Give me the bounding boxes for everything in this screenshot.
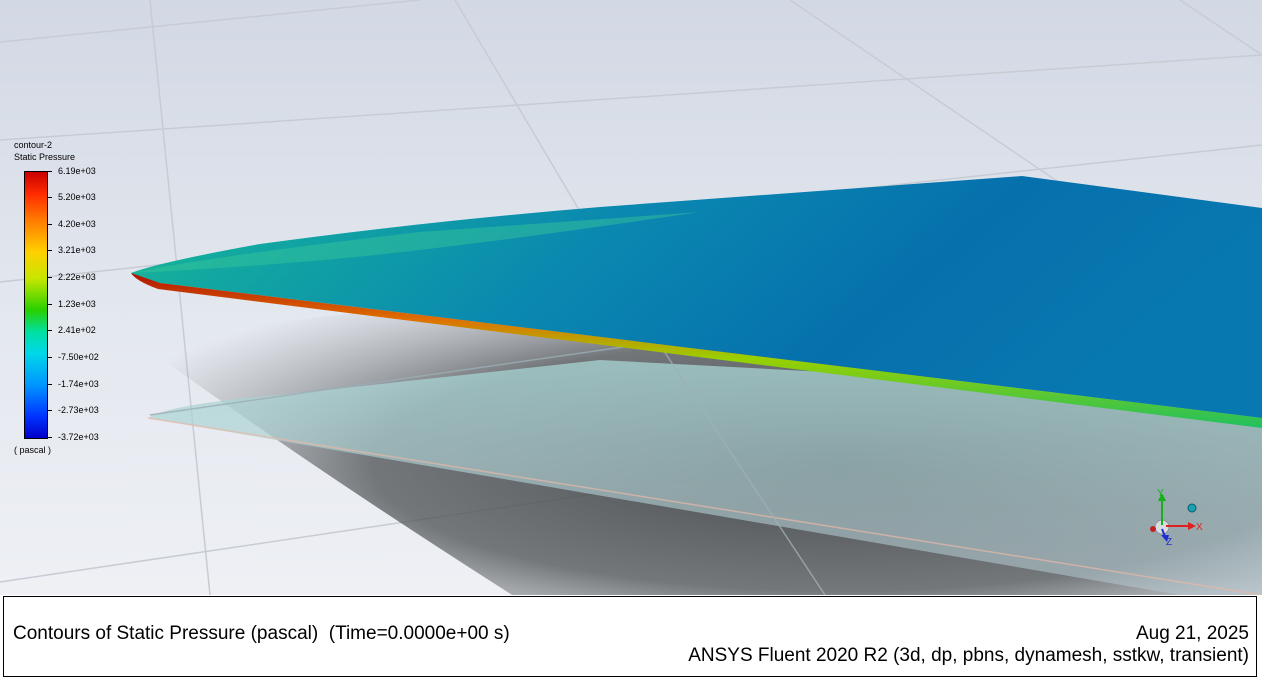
triad-z-label: Z — [1166, 537, 1172, 548]
axis-triad[interactable]: Y X Z — [1140, 485, 1210, 550]
legend-tick — [47, 197, 52, 198]
legend-tick — [47, 224, 52, 225]
plot-caption: Contours of Static Pressure (pascal) (Ti… — [13, 623, 510, 644]
info-bar: Contours of Static Pressure (pascal) (Ti… — [3, 596, 1257, 677]
triad-rotation-sphere — [1187, 503, 1197, 513]
legend-colorbar — [24, 171, 48, 439]
scene-3d — [0, 0, 1262, 595]
legend-tick — [47, 304, 52, 305]
legend-tick — [47, 384, 52, 385]
triad-x-label: X — [1196, 522, 1203, 533]
legend-tick — [47, 357, 52, 358]
triad-red-marker — [1150, 526, 1156, 532]
legend-level: 4.20e+03 — [58, 219, 96, 229]
legend-tick — [47, 250, 52, 251]
legend-variable: Static Pressure — [14, 152, 76, 162]
legend-level: 1.23e+03 — [58, 299, 96, 309]
legend-tick — [47, 171, 52, 172]
legend-level: 5.20e+03 — [58, 192, 96, 202]
legend-level: -1.74e+03 — [58, 379, 99, 389]
triad-y-label: Y — [1157, 488, 1164, 499]
legend-level: -2.73e+03 — [58, 405, 99, 415]
legend-level: 3.21e+03 — [58, 245, 96, 255]
solver-version: ANSYS Fluent 2020 R2 (3d, dp, pbns, dyna… — [688, 645, 1249, 666]
legend-tick — [47, 330, 52, 331]
plot-date: Aug 21, 2025 — [1135, 623, 1249, 644]
triad-x-arrow — [1188, 522, 1196, 530]
graphics-viewport[interactable]: contour-2 Static Pressure 6.19e+03 5.20e… — [0, 0, 1262, 595]
legend-level: -3.72e+03 — [58, 432, 99, 442]
legend-tick — [47, 410, 52, 411]
legend-title: contour-2 — [14, 140, 53, 150]
legend-level: 6.19e+03 — [58, 166, 96, 176]
contour-legend: contour-2 Static Pressure 6.19e+03 5.20e… — [14, 140, 134, 460]
legend-level: 2.22e+03 — [58, 272, 96, 282]
legend-level: 2.41e+02 — [58, 325, 96, 335]
legend-tick — [47, 437, 52, 438]
legend-tick — [47, 277, 52, 278]
legend-unit: ( pascal ) — [14, 445, 52, 455]
legend-level: -7.50e+02 — [58, 352, 99, 362]
